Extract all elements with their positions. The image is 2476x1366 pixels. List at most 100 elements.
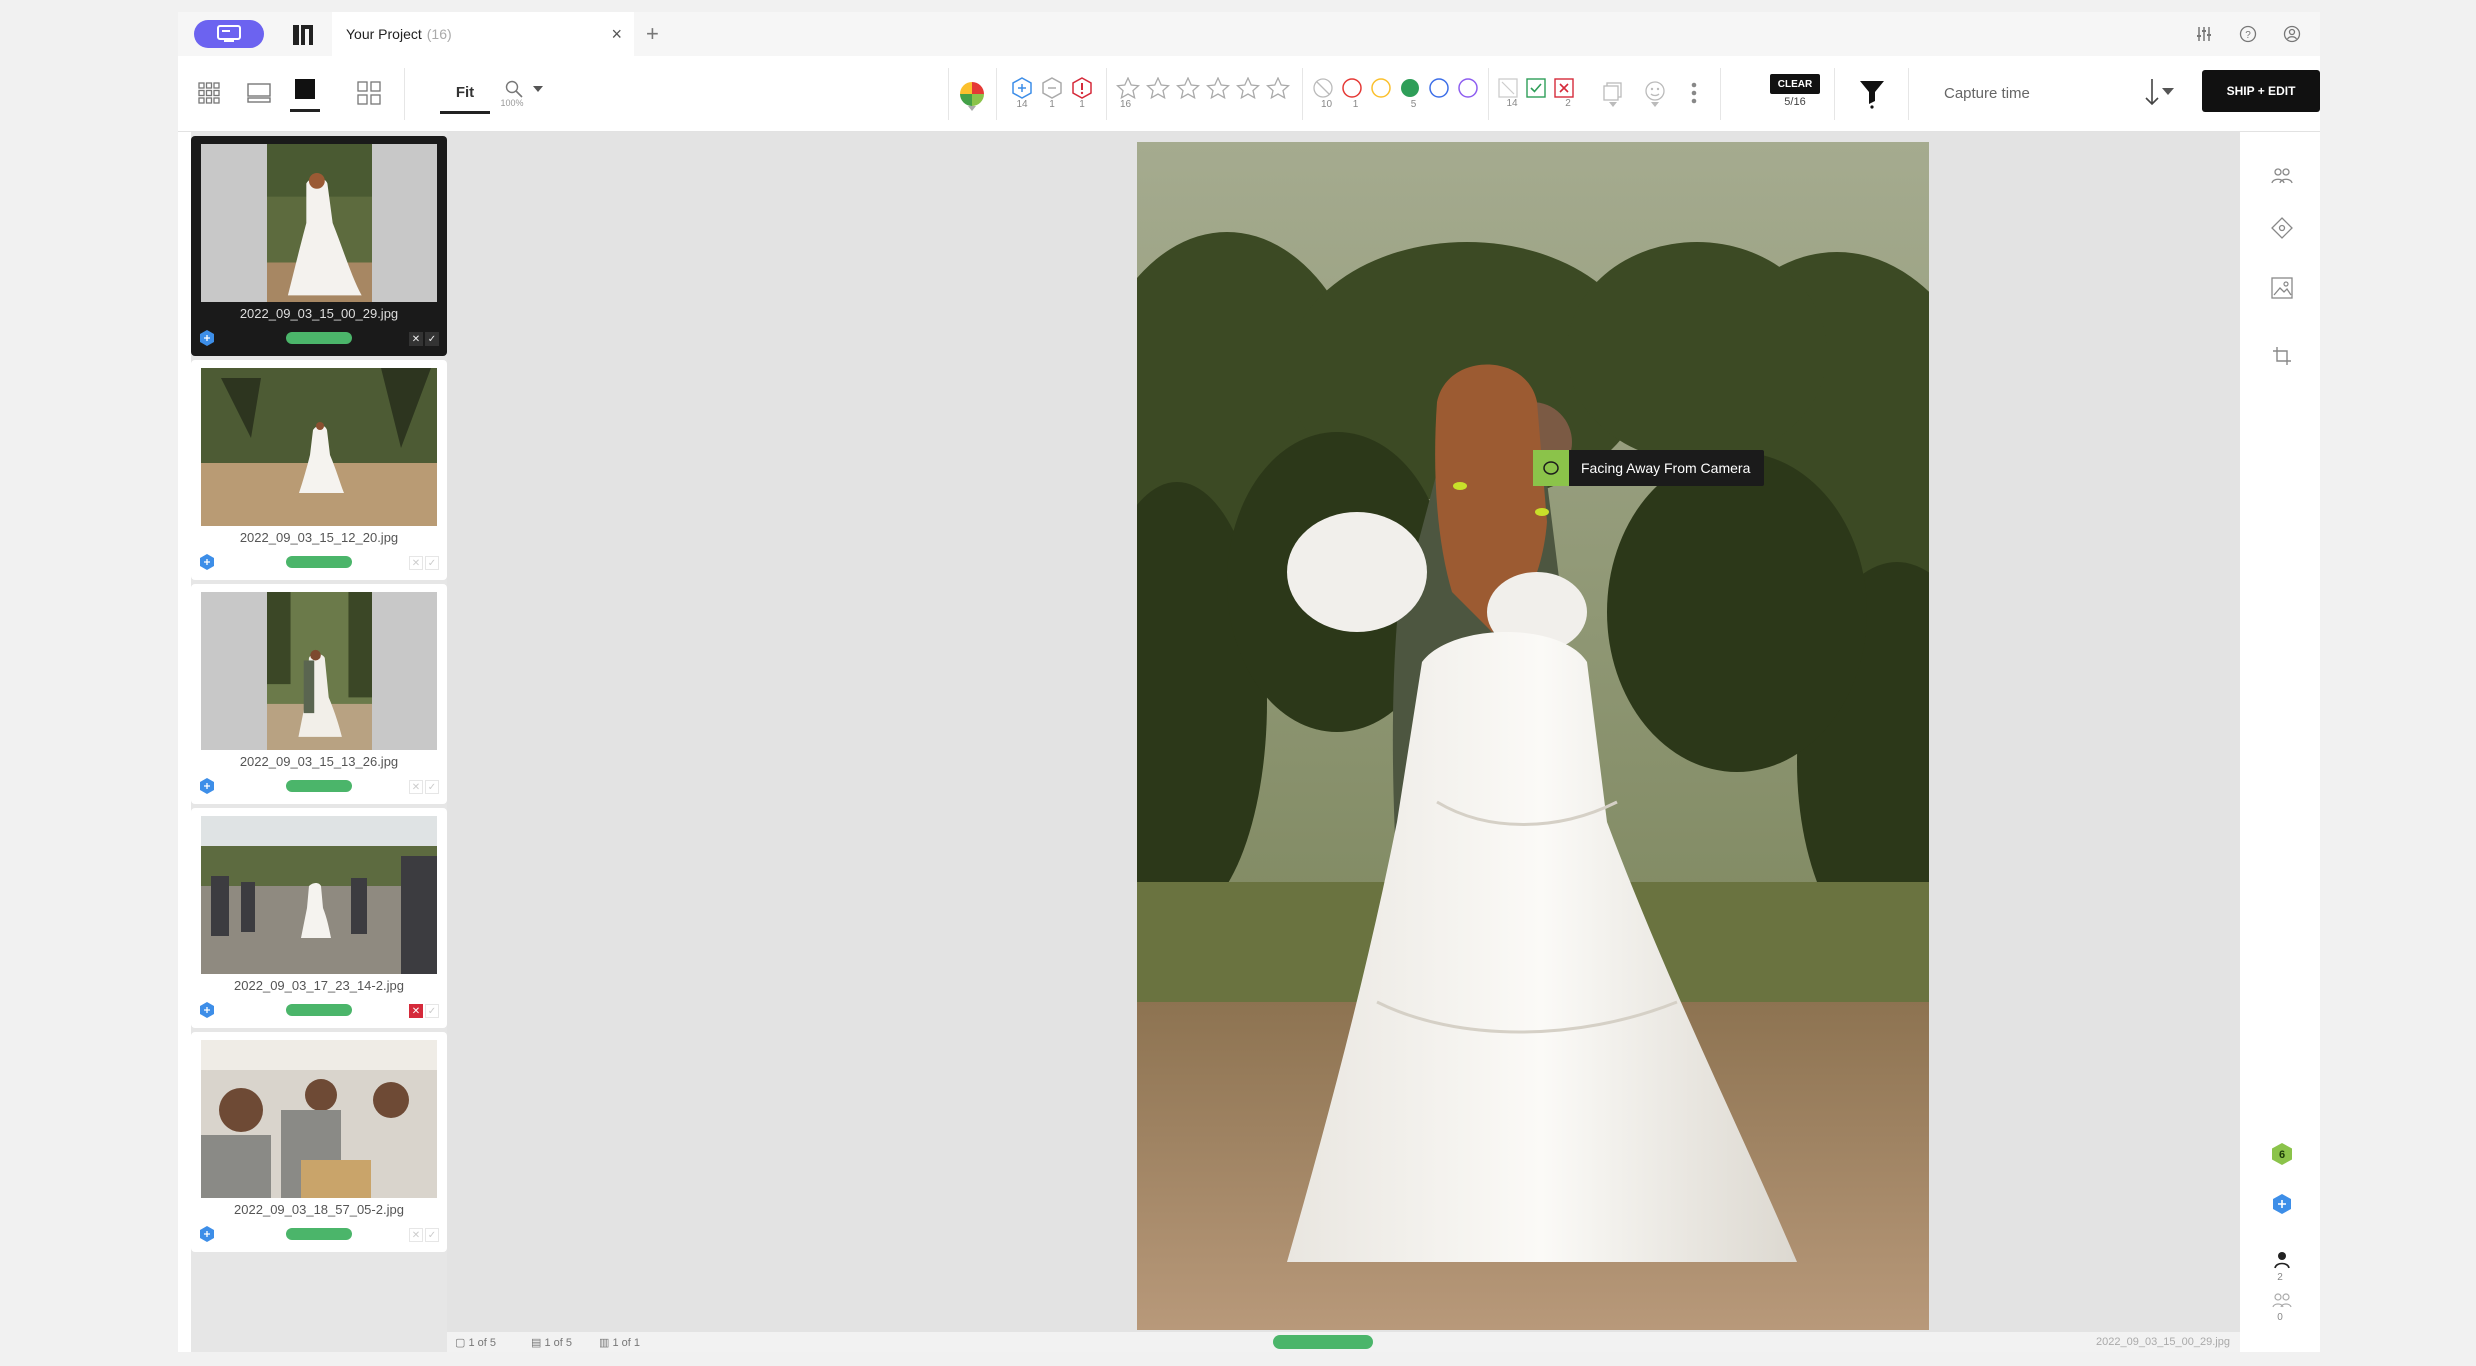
- pick-mini-icon[interactable]: ✓: [425, 332, 439, 346]
- flag-filter-blue[interactable]: 14: [1010, 70, 1034, 116]
- image-adjust-icon[interactable]: [2270, 276, 2294, 300]
- hexagon-minus-icon: [1042, 76, 1062, 99]
- status-count: 1 of 5: [468, 1337, 496, 1349]
- rating-pill[interactable]: [286, 1228, 352, 1240]
- home-button[interactable]: [194, 20, 264, 48]
- star-icon[interactable]: [1206, 76, 1230, 99]
- face-tag-tooltip[interactable]: Facing Away From Camera: [1533, 450, 1765, 486]
- star-icon[interactable]: [1236, 76, 1260, 99]
- monitor-icon: [217, 25, 241, 42]
- toolbar: Fit 100% 14 1 1 16 10 1 5 14 2 CLEAR 5/1…: [178, 56, 2320, 132]
- star-icon[interactable]: [1146, 76, 1170, 99]
- thumbnail: [201, 368, 437, 526]
- reject-mini-icon[interactable]: ✕: [409, 556, 423, 570]
- star-count: 16: [1120, 98, 1132, 110]
- picked-icon[interactable]: [1526, 77, 1546, 98]
- flag-hexagon-icon[interactable]: [199, 778, 215, 794]
- zoom-control[interactable]: 100%: [494, 72, 554, 116]
- blue-label-icon[interactable]: [1428, 77, 1450, 99]
- help-icon[interactable]: ?: [2238, 24, 2258, 44]
- project-tab[interactable]: Your Project (16) ×: [332, 12, 634, 56]
- sliders-icon[interactable]: [2194, 24, 2214, 44]
- reject-mini-icon[interactable]: ✕: [409, 780, 423, 794]
- status-rating-pill: [1273, 1335, 1373, 1349]
- filmstrip-card[interactable]: 2022_09_03_17_23_14-2.jpg ✕ ✓: [191, 808, 447, 1028]
- rating-pill[interactable]: [286, 332, 352, 344]
- filmstrip-view-icon[interactable]: [244, 78, 274, 108]
- face-filter[interactable]: [1640, 70, 1670, 116]
- reject-mini-icon[interactable]: ✕: [409, 1004, 423, 1018]
- flag-hexagon-icon[interactable]: [199, 1226, 215, 1242]
- green-label-icon[interactable]: [1399, 77, 1421, 99]
- photo-thumbnail: [201, 368, 437, 526]
- color-wheel-icon: [960, 81, 984, 106]
- flag-filter-neutral[interactable]: 1: [1040, 70, 1064, 116]
- filter-funnel-icon[interactable]: [1856, 76, 1888, 112]
- flag-hexagon-icon[interactable]: [199, 330, 215, 346]
- filmstrip-card[interactable]: 2022_09_03_15_13_26.jpg ✕ ✓: [191, 584, 447, 804]
- close-tab-icon[interactable]: ×: [611, 24, 622, 45]
- person-icon[interactable]: [2270, 1248, 2294, 1272]
- toolbar-divider: [1302, 68, 1303, 120]
- sort-direction-icon[interactable]: [2140, 74, 2164, 110]
- magnifier-icon: [505, 80, 523, 98]
- clear-filters-button[interactable]: CLEAR: [1770, 74, 1820, 94]
- star-row: [1116, 76, 1290, 99]
- flag-filter-red[interactable]: 1: [1070, 70, 1094, 116]
- flag-hexagon-icon[interactable]: [199, 1002, 215, 1018]
- crop-icon[interactable]: [2270, 344, 2294, 368]
- filmstrip-card[interactable]: 2022_09_03_15_00_29.jpg ✕ ✓: [191, 136, 447, 356]
- focus-target-icon[interactable]: [2270, 216, 2294, 240]
- reject-mini-icon[interactable]: ✕: [409, 332, 423, 346]
- face-tag-icon: [1533, 450, 1569, 486]
- star-icon[interactable]: [1266, 76, 1290, 99]
- main-photo[interactable]: [1137, 142, 1929, 1330]
- grid-view-icon[interactable]: [194, 78, 224, 108]
- pick-mini-icon[interactable]: ✓: [425, 556, 439, 570]
- status-count: 1 of 1: [612, 1337, 640, 1349]
- photo-thumbnail: [266, 144, 372, 302]
- pick-filter[interactable]: 14 2: [1498, 70, 1592, 116]
- unmarked-icon[interactable]: [1498, 77, 1518, 98]
- fit-button[interactable]: Fit: [440, 74, 490, 114]
- star-icon[interactable]: [1116, 76, 1140, 99]
- star-rating-filter[interactable]: 16: [1116, 70, 1292, 116]
- filmstrip-card[interactable]: 2022_09_03_15_12_20.jpg ✕ ✓: [191, 360, 447, 580]
- compare-view-icon[interactable]: [354, 78, 384, 108]
- face-marker[interactable]: [1453, 482, 1467, 490]
- filmstrip-card[interactable]: 2022_09_03_18_57_05-2.jpg ✕ ✓: [191, 1032, 447, 1252]
- new-tab-icon[interactable]: +: [646, 21, 659, 47]
- rating-pill[interactable]: [286, 556, 352, 568]
- stack-filter[interactable]: [1598, 70, 1628, 116]
- right-rail: 6 2 0: [2240, 132, 2320, 1352]
- photo-thumbnail: [266, 592, 372, 750]
- ship-edit-button[interactable]: SHIP + EDIT: [2202, 70, 2320, 112]
- toolbar-divider: [1720, 68, 1721, 120]
- purple-label-icon[interactable]: [1457, 77, 1479, 99]
- pick-count: [1526, 98, 1554, 109]
- rating-pill[interactable]: [286, 1004, 352, 1016]
- flag-hexagon-icon[interactable]: [199, 554, 215, 570]
- yellow-label-icon[interactable]: [1370, 77, 1392, 99]
- group-icon[interactable]: [2270, 1288, 2294, 1312]
- red-label-icon[interactable]: [1341, 77, 1363, 99]
- reject-mini-icon[interactable]: ✕: [409, 1228, 423, 1242]
- account-icon[interactable]: [2282, 24, 2302, 44]
- rating-pill[interactable]: [286, 780, 352, 792]
- color-filter-button[interactable]: [958, 74, 986, 118]
- people-icon[interactable]: [2270, 164, 2294, 188]
- star-icon[interactable]: [1176, 76, 1200, 99]
- no-label-icon[interactable]: [1312, 77, 1334, 99]
- pick-mini-icon[interactable]: ✓: [425, 1004, 439, 1018]
- pick-mini-icon[interactable]: ✓: [425, 1228, 439, 1242]
- pick-count: 2: [1565, 97, 1571, 109]
- face-marker[interactable]: [1535, 508, 1549, 516]
- rejected-icon[interactable]: [1554, 77, 1574, 98]
- flag-hexagon-icon[interactable]: [2270, 1192, 2294, 1216]
- color-label-filter[interactable]: 10 1 5: [1312, 70, 1478, 116]
- ai-badge-icon[interactable]: 6: [2270, 1142, 2294, 1166]
- more-options-icon[interactable]: [1684, 78, 1704, 108]
- pick-mini-icon[interactable]: ✓: [425, 780, 439, 794]
- single-view-icon[interactable]: [290, 68, 320, 112]
- chevron-down-icon: [1609, 101, 1617, 107]
